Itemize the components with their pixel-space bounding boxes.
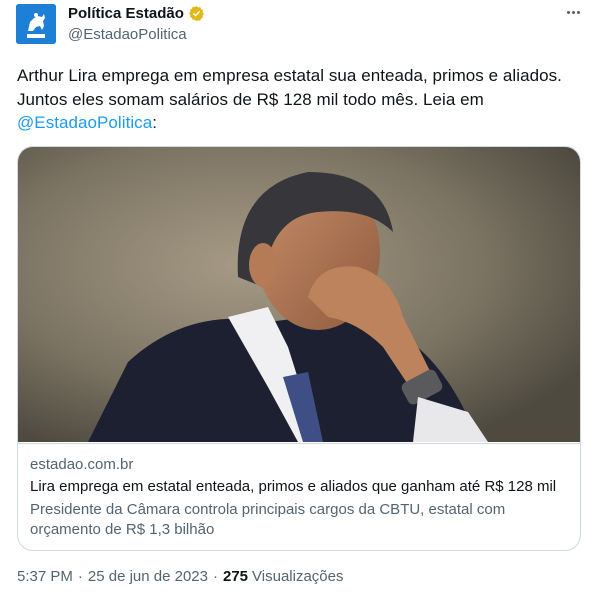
tweet-meta: 5:37 PM · 25 de jun de 2023 · 275 Visual…	[17, 568, 343, 585]
views-count[interactable]: 275	[223, 568, 248, 585]
card-title[interactable]: Lira emprega em estatal enteada, primos …	[30, 478, 570, 495]
account-handle[interactable]: @EstadaoPolitica	[68, 26, 187, 43]
tweet-text-end: :	[152, 113, 158, 132]
card-image[interactable]	[18, 147, 580, 442]
mention-link[interactable]: @EstadaoPolitica	[17, 113, 152, 132]
views-label[interactable]: Visualizações	[252, 568, 343, 585]
account-avatar[interactable]	[16, 4, 56, 44]
link-preview-card[interactable]: estadao.com.br Lira emprega em estatal e…	[17, 146, 581, 551]
estadao-logo-icon	[16, 4, 56, 44]
more-options-icon[interactable]	[562, 4, 584, 20]
card-body: estadao.com.br Lira emprega em estatal e…	[18, 443, 580, 538]
news-photo-icon	[18, 147, 580, 442]
display-name[interactable]: Política Estadão	[68, 5, 184, 22]
card-domain: estadao.com.br	[30, 456, 134, 473]
tweet-body-text: Arthur Lira emprega em empresa estatal s…	[17, 66, 562, 109]
meta-separator: ·	[77, 568, 83, 585]
tweet-date[interactable]: 25 de jun de 2023	[88, 568, 208, 585]
card-description: Presidente da Câmara controla principais…	[30, 501, 506, 538]
meta-separator-2: ·	[213, 568, 218, 585]
tweet-container: Política Estadão @EstadaoPolitica Arthur…	[0, 0, 604, 601]
tweet-text: Arthur Lira emprega em empresa estatal s…	[17, 64, 587, 135]
name-row: Política Estadão	[68, 5, 205, 22]
gold-verified-icon[interactable]	[188, 5, 205, 22]
tweet-time[interactable]: 5:37 PM	[17, 568, 73, 585]
